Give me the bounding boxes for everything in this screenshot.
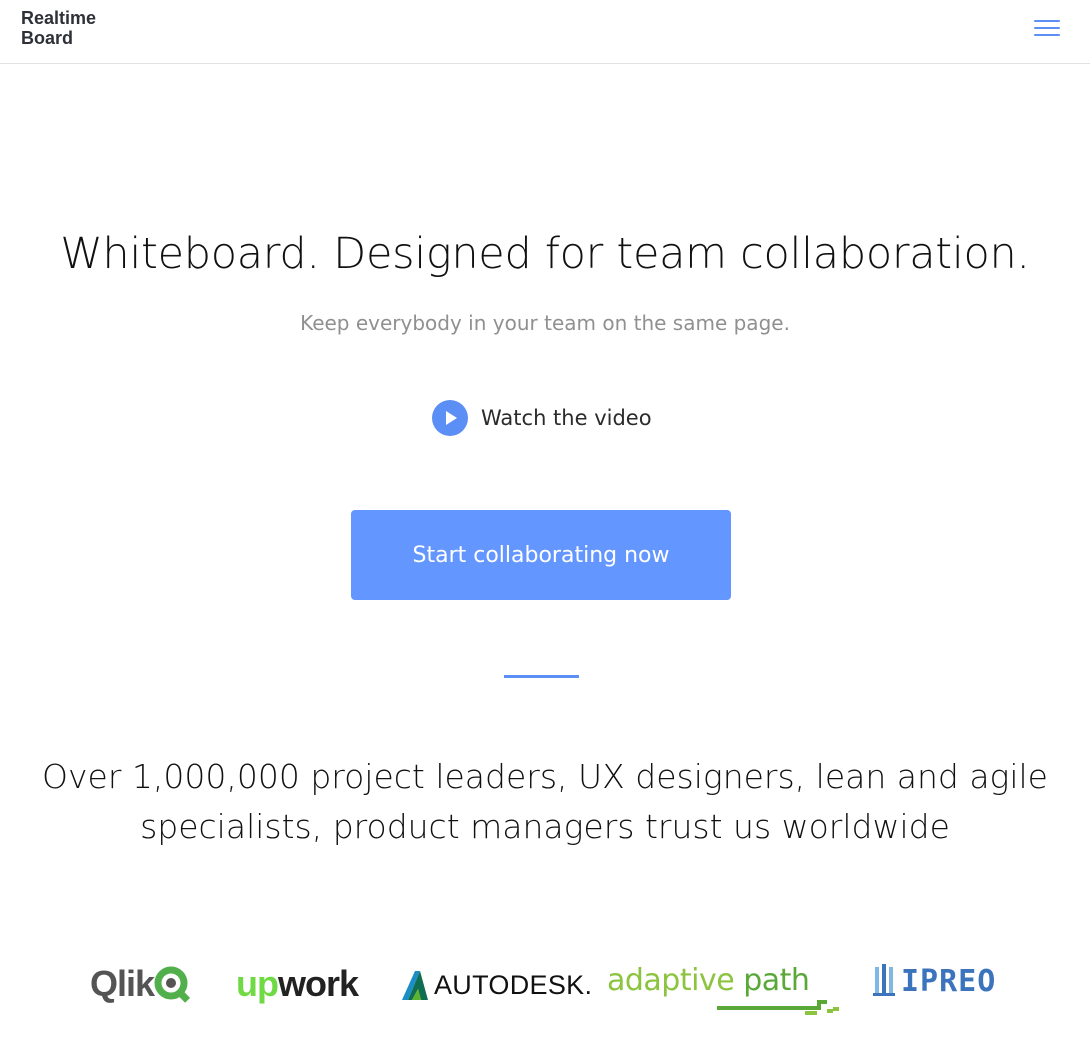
section-divider <box>504 675 579 678</box>
trust-line-1: Over 1,000,000 project leaders, UX desig… <box>42 757 1048 796</box>
menu-bar-middle <box>1034 27 1060 29</box>
adaptive-path-word2: path <box>743 963 810 998</box>
upwork-logo-work: work <box>277 963 359 1004</box>
autodesk-a-icon <box>402 971 428 1000</box>
adaptive-path-word1: adaptive <box>607 963 735 998</box>
brand-logo-line2: Board <box>21 28 74 48</box>
menu-bar-bottom <box>1034 34 1060 36</box>
brand-logo[interactable]: Realtime Board <box>21 8 96 48</box>
watch-video-link[interactable]: Watch the video <box>432 399 652 437</box>
ipreo-logo-text: IPREO <box>901 963 997 999</box>
hamburger-menu-icon[interactable] <box>1032 18 1062 40</box>
start-collaborating-button[interactable]: Start collaborating now <box>351 510 731 600</box>
menu-bar-top <box>1034 20 1060 22</box>
trust-statement: Over 1,000,000 project leaders, UX desig… <box>40 752 1050 852</box>
qlik-logo: Qlik <box>90 963 192 1005</box>
autodesk-logo-text: AUTODESK. <box>434 969 593 1000</box>
adaptive-path-steps-icon <box>717 1000 839 1015</box>
adaptive-path-logo: adaptive path <box>607 963 847 1018</box>
qlik-logo-text: Qlik <box>90 963 155 1004</box>
qlik-q-icon <box>154 966 191 1003</box>
ipreo-logo: IPREO <box>873 963 996 999</box>
hero-title: Whiteboard. Designed for team collaborat… <box>60 229 1030 279</box>
trust-line-2: specialists, product managers trust us w… <box>140 807 950 846</box>
brand-logo-line1: Realtime <box>21 8 97 28</box>
play-icon <box>432 400 468 436</box>
watch-video-label: Watch the video <box>481 406 652 430</box>
hero-subtitle: Keep everybody in your team on the same … <box>300 311 790 335</box>
client-logos: Qlik upwork AUTODESK. adaptive path IPRE… <box>0 955 1090 1025</box>
upwork-logo: upwork <box>236 963 359 1005</box>
upwork-logo-up: up <box>236 963 279 1004</box>
site-header: Realtime Board <box>0 0 1090 64</box>
autodesk-logo: AUTODESK. <box>400 969 592 1001</box>
ipreo-bars-icon <box>873 964 895 996</box>
